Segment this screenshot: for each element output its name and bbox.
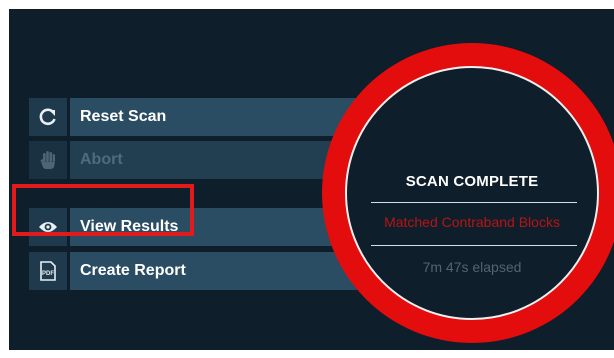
scan-result-text: Matched Contraband Blocks [384, 214, 560, 230]
pdf-icon: PDF [29, 252, 67, 290]
scan-status-title: SCAN COMPLETE [405, 173, 539, 190]
scan-panel: Reset Scan Abort View Results PDF Create… [9, 9, 614, 350]
scan-status-dial: SCAN COMPLETE Matched Contraband Blocks … [345, 66, 599, 320]
status-divider [371, 202, 577, 203]
scan-status-ring: SCAN COMPLETE Matched Contraband Blocks … [322, 43, 614, 343]
eye-icon [29, 208, 67, 246]
status-divider [371, 245, 577, 246]
refresh-icon [29, 98, 67, 136]
elapsed-time-text: 7m 47s elapsed [422, 259, 522, 275]
svg-text:PDF: PDF [42, 271, 54, 277]
hand-stop-icon [29, 141, 67, 179]
